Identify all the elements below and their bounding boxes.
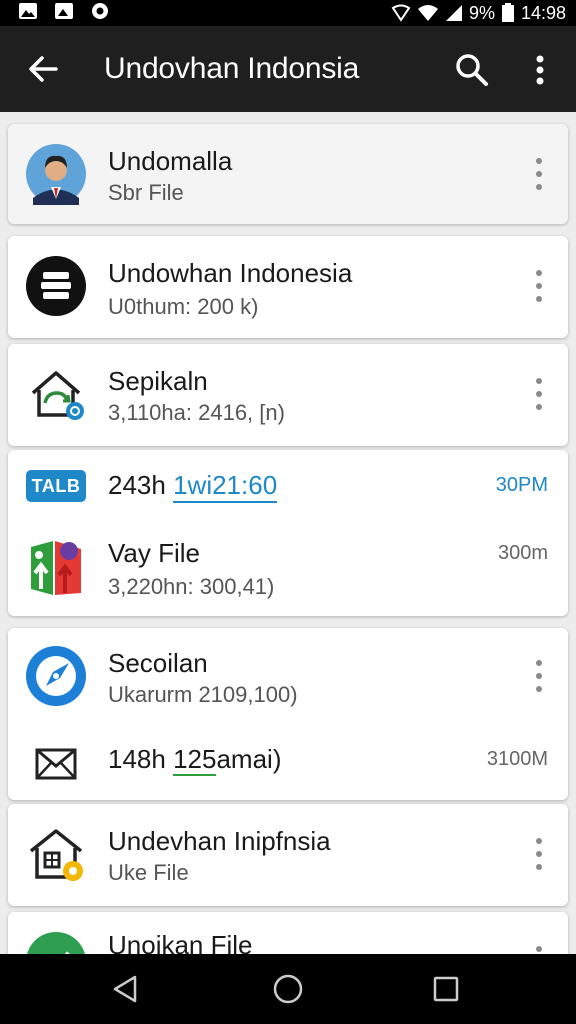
vpn-icon <box>391 4 411 22</box>
item-title-rest: amai) <box>216 744 282 774</box>
colorful-app-icon <box>24 536 88 600</box>
back-triangle-icon <box>113 975 137 1003</box>
item-subtitle: Uke File <box>108 860 189 885</box>
search-icon <box>456 54 488 86</box>
item-title-prefix: 148h <box>108 744 174 774</box>
item-subtitle: Sbr File <box>108 180 184 205</box>
signal-icon <box>445 5 462 21</box>
green-app-icon <box>24 930 88 954</box>
app-bar: Undovhan Indonsia <box>0 26 576 112</box>
settings-icon <box>92 3 108 19</box>
item-more-button[interactable] <box>532 660 546 692</box>
file-list: Undomalla Sbr File Undowhan Indonesia U0… <box>0 112 576 954</box>
search-button[interactable] <box>450 48 494 92</box>
navigation-bar <box>0 954 576 1024</box>
item-title-prefix: 243h <box>108 470 166 500</box>
label-badge: TALB <box>26 470 86 502</box>
item-time: 30PM <box>495 474 548 496</box>
home-sync-icon <box>24 362 88 426</box>
nav-back-button[interactable] <box>106 969 146 1009</box>
overflow-menu-button[interactable] <box>520 48 560 92</box>
back-button[interactable] <box>22 48 64 90</box>
list-item[interactable]: TALB 243h 1wi21:60 30PM Vay File 3,220hn… <box>8 450 568 616</box>
list-item[interactable]: Sepikaln 3,110ha: 2416, [n) <box>8 344 568 446</box>
battery-icon <box>501 3 514 22</box>
battery-percent: 9% <box>468 2 495 23</box>
item-more-button[interactable] <box>532 158 546 190</box>
wifi-icon <box>417 5 438 21</box>
list-item[interactable]: Undowhan Indonesia U0thum: 200 k) <box>8 236 568 338</box>
avatar <box>24 142 88 206</box>
list-item[interactable]: Undomalla Sbr File <box>8 124 568 224</box>
item-subtitle: U0thum: 200 k) <box>108 294 259 319</box>
item-title: 148h 125amai) <box>108 744 282 776</box>
page-title: Undovhan Indonsia <box>104 52 360 85</box>
status-bar: 9% 14:98 <box>0 0 576 26</box>
list-row[interactable]: TALB 243h 1wi21:60 30PM <box>8 450 568 520</box>
mail-icon <box>24 732 88 796</box>
item-title: 243h 1wi21:60 <box>108 470 278 503</box>
list-row[interactable]: Secoilan Ukarurm 2109,100) <box>8 628 568 728</box>
list-item[interactable]: Secoilan Ukarurm 2109,100) 148h 125amai)… <box>8 628 568 800</box>
item-subtitle: 3,220hn: 300,41) <box>108 574 275 599</box>
item-time: 3100M <box>486 748 548 770</box>
item-title-link[interactable]: 1wi21:60 <box>173 470 278 503</box>
item-more-button[interactable] <box>532 946 546 954</box>
recents-square-icon <box>433 976 459 1002</box>
list-row[interactable]: Vay File 3,220hn: 300,41) 300m <box>8 526 568 612</box>
nav-recents-button[interactable] <box>426 969 466 1009</box>
image-icon <box>19 3 37 19</box>
item-title: Undomalla <box>108 146 233 176</box>
list-item[interactable]: Unoikan File <box>8 912 568 954</box>
nav-home-button[interactable] <box>268 969 308 1009</box>
item-title: Undevhan Inipfnsia <box>108 826 331 856</box>
item-subtitle: Ukarurm 2109,100) <box>108 682 298 707</box>
archive-icon <box>24 254 88 318</box>
item-title: Vay File <box>108 538 200 568</box>
item-more-button[interactable] <box>532 378 546 410</box>
list-item[interactable]: Undevhan Inipfnsia Uke File <box>8 804 568 906</box>
home-badge-icon <box>24 822 88 886</box>
back-arrow-icon <box>29 56 58 82</box>
item-title: Unoikan File <box>108 930 253 954</box>
item-more-button[interactable] <box>532 838 546 870</box>
item-title: Undowhan Indonesia <box>108 258 353 288</box>
more-vert-icon <box>536 55 544 85</box>
home-circle-icon <box>273 974 303 1004</box>
item-subtitle: 3,110ha: 2416, [n) <box>108 400 285 425</box>
photo-icon <box>55 3 73 19</box>
item-title: Secoilan <box>108 648 208 678</box>
item-time: 300m <box>497 542 548 564</box>
item-more-button[interactable] <box>532 270 546 302</box>
item-title-highlight: 125 <box>173 744 217 776</box>
clock: 14:98 <box>520 2 566 23</box>
list-row[interactable]: 148h 125amai) 3100M <box>8 730 568 796</box>
compass-icon <box>24 644 88 708</box>
item-title: Sepikaln <box>108 366 208 396</box>
